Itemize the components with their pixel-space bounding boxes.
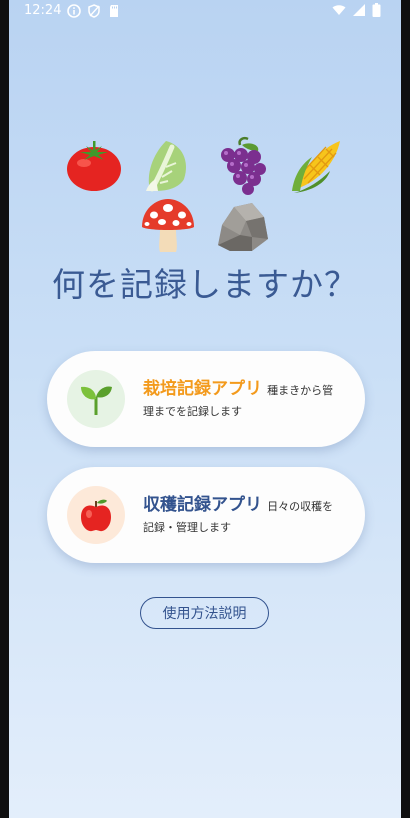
emoji-row-top	[9, 135, 401, 195]
grapes-icon	[221, 137, 266, 195]
tomato-icon	[67, 141, 121, 191]
cultivation-record-card[interactable]: 栽培記録アプリ 種まきから管理までを記録します	[47, 351, 365, 447]
shield-icon	[88, 3, 101, 18]
sd-card-icon	[110, 4, 119, 17]
card-title: 栽培記録アプリ	[143, 379, 262, 399]
status-right	[332, 3, 381, 17]
signal-icon	[353, 4, 365, 16]
status-bar: 12:24	[9, 0, 401, 22]
usage-guide-label: 使用方法説明	[162, 606, 247, 622]
card-icon-circle	[67, 486, 125, 544]
rock-icon	[218, 203, 268, 251]
emoji-row-bottom	[9, 195, 401, 255]
usage-guide-button[interactable]: 使用方法説明	[140, 597, 269, 629]
card-text: 栽培記録アプリ 種まきから管理までを記録します	[143, 379, 343, 421]
mushroom-icon	[142, 199, 194, 252]
seedling-icon	[81, 386, 112, 415]
apple-icon	[81, 499, 111, 532]
status-left: 12:24	[24, 3, 121, 18]
wifi-icon	[332, 5, 346, 15]
card-text: 収穫記録アプリ 日々の収穫を記録・管理します	[143, 495, 343, 537]
corn-icon	[292, 141, 340, 193]
harvest-record-card[interactable]: 収穫記録アプリ 日々の収穫を記録・管理します	[47, 467, 365, 563]
status-time: 12:24	[24, 3, 62, 18]
page-title: 何を記録しますか？	[52, 265, 358, 304]
info-icon	[67, 3, 82, 18]
card-icon-circle	[67, 370, 125, 428]
battery-icon	[372, 3, 381, 17]
card-title: 収穫記録アプリ	[143, 495, 262, 515]
lettuce-icon	[146, 141, 186, 192]
app-screen: 12:24 何を記録しますか？ 栽培記録アプリ 種まきから管理までを記録します …	[9, 0, 401, 818]
